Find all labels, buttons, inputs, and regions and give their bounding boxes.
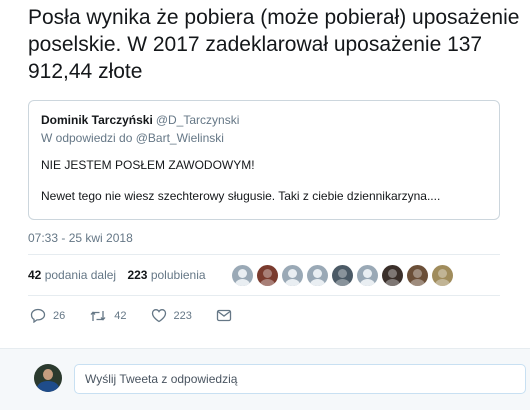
liker-avatar[interactable] [257, 265, 278, 286]
tweet-text: Posła wynika że pobiera (może pobierał) … [28, 6, 520, 83]
tweet-timestamp[interactable]: 07:33 - 25 kwi 2018 [28, 231, 133, 245]
retweets-count[interactable]: 42 [28, 268, 41, 282]
quoted-text-line-1: NIE JESTEM POSŁEM ZAWODOWYM! [41, 158, 255, 172]
liker-avatar[interactable] [357, 265, 378, 286]
reply-count: 26 [53, 309, 66, 322]
quoted-author-handle[interactable]: @D_Tarczynski [156, 113, 240, 127]
retweets-label[interactable]: podania dalej [45, 268, 116, 282]
liker-avatar[interactable] [232, 265, 253, 286]
retweet-icon [90, 310, 106, 321]
liker-avatar[interactable] [407, 265, 428, 286]
likes-count[interactable]: 223 [127, 268, 147, 282]
quoted-author: Dominik Tarczyński @D_Tarczynski [41, 113, 487, 128]
current-user-avatar [34, 364, 62, 392]
like-button[interactable]: 223 [151, 308, 192, 323]
reply-input[interactable] [74, 364, 526, 394]
quoted-author-name[interactable]: Dominik Tarczyński [41, 113, 153, 127]
quoted-tweet[interactable]: Dominik Tarczyński @D_Tarczynski W odpowi… [28, 100, 500, 220]
reply-icon [30, 308, 46, 323]
divider [28, 254, 500, 255]
like-count: 223 [173, 309, 192, 322]
reply-context: W odpowiedzi do @Bart_Wielinski [41, 131, 224, 145]
liker-avatar[interactable] [382, 265, 403, 286]
likers-avatars [232, 265, 457, 286]
envelope-icon [216, 309, 232, 322]
liker-avatar[interactable] [432, 265, 453, 286]
divider [28, 295, 500, 296]
quoted-text-line-2: Newet tego nie wiesz szechterowy sługusi… [41, 189, 441, 203]
tweet-actions: 26 42 223 [30, 308, 263, 323]
retweet-count: 42 [114, 309, 127, 322]
heart-icon [151, 309, 166, 323]
reply-button[interactable]: 26 [30, 308, 65, 323]
direct-message-button[interactable] [216, 309, 239, 322]
liker-avatar[interactable] [332, 265, 353, 286]
tweet-stats: 42 podania dalej 223 polubienia [28, 268, 206, 282]
liker-avatar[interactable] [307, 265, 328, 286]
likes-label[interactable]: polubienia [151, 268, 206, 282]
retweet-button[interactable]: 42 [89, 309, 127, 323]
liker-avatar[interactable] [282, 265, 303, 286]
